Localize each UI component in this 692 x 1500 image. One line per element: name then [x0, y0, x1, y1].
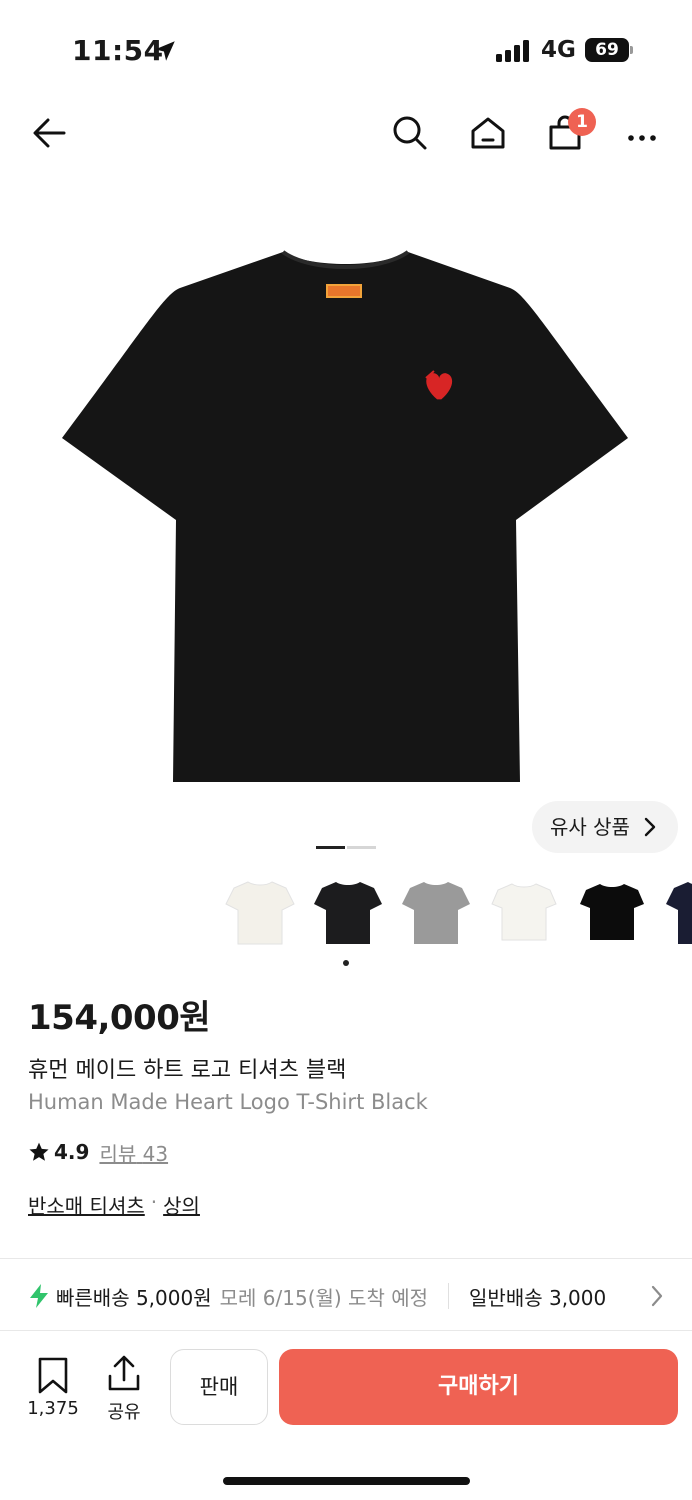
more-button[interactable]	[617, 108, 667, 158]
home-indicator	[223, 1477, 470, 1485]
bookmark-count: 1,375	[27, 1398, 79, 1419]
more-dots-icon	[628, 135, 656, 141]
review-label: 리뷰	[99, 1141, 137, 1166]
shipping-separator	[448, 1283, 450, 1309]
network-type: 4G	[541, 37, 576, 63]
product-name-korean: 휴먼 메이드 하트 로고 티셔츠 블랙	[28, 1058, 347, 1083]
image-pager-active	[316, 846, 345, 849]
location-arrow-icon	[155, 41, 175, 61]
thumbnail-item[interactable]	[484, 870, 564, 950]
fast-shipping-label: 빠른배송 5,000원	[56, 1285, 212, 1310]
cell-signal-icon	[496, 40, 529, 62]
home-icon	[471, 117, 505, 149]
tshirt-image	[62, 250, 628, 782]
share-label: 공유	[107, 1402, 141, 1423]
image-pager-inactive	[347, 846, 376, 849]
tshirt-thumb-icon	[491, 883, 557, 941]
tshirt-thumb-icon	[666, 882, 692, 944]
normal-shipping-label: 일반배송 3,000	[469, 1285, 607, 1310]
cart-count-badge: 1	[568, 108, 596, 136]
category-link-top[interactable]: 상의	[163, 1190, 200, 1219]
bookmark-icon	[38, 1357, 68, 1394]
home-button[interactable]	[463, 108, 513, 158]
fast-shipping-eta: 모레 6/15(월) 도착 예정	[219, 1285, 429, 1310]
review-count: 43	[142, 1141, 169, 1166]
thumbnail-item[interactable]	[660, 870, 692, 950]
category-breadcrumb: 반소매 티셔츠 · 상의	[28, 1190, 200, 1219]
product-rating: 4.9 리뷰 43	[28, 1138, 168, 1166]
divider	[0, 1330, 692, 1331]
status-time: 11:54	[72, 34, 164, 67]
search-button[interactable]	[385, 108, 435, 158]
buy-button[interactable]: 구매하기	[279, 1349, 678, 1425]
tshirt-thumb-icon	[580, 884, 644, 940]
status-bar: 11:54 4G 69	[0, 0, 692, 100]
similar-products-button[interactable]: 유사 상품	[532, 801, 678, 853]
back-button[interactable]	[24, 108, 74, 158]
sell-button[interactable]: 판매	[170, 1349, 268, 1425]
rating-score: 4.9	[54, 1140, 90, 1164]
tshirt-thumb-icon	[402, 882, 470, 944]
review-link[interactable]: 리뷰 43	[99, 1138, 168, 1167]
product-image[interactable]	[0, 190, 692, 830]
share-button[interactable]: 공유	[98, 1354, 150, 1424]
chevron-right-icon	[644, 801, 656, 872]
thumbnail-item[interactable]	[220, 870, 300, 950]
chevron-right-icon[interactable]	[650, 1284, 664, 1308]
thumbnail-item[interactable]	[396, 870, 476, 950]
category-separator: ·	[150, 1190, 158, 1214]
category-link-short-sleeve[interactable]: 반소매 티셔츠	[28, 1190, 145, 1219]
arrow-left-icon	[33, 118, 66, 148]
share-icon	[108, 1355, 140, 1391]
divider	[0, 1258, 692, 1259]
product-name-english: Human Made Heart Logo T-Shirt Black	[28, 1090, 428, 1114]
product-price: 154,000원	[28, 998, 211, 1038]
color-thumbnails	[220, 870, 692, 950]
thumbnail-item[interactable]	[572, 870, 652, 950]
thumbnail-indicator-dot	[343, 960, 349, 966]
search-icon	[393, 116, 427, 150]
lightning-icon	[30, 1284, 48, 1308]
star-icon	[29, 1142, 49, 1161]
similar-products-label: 유사 상품	[550, 815, 630, 839]
bookmark-button[interactable]: 1,375	[22, 1354, 84, 1424]
thumbnail-item[interactable]	[308, 870, 388, 950]
battery-level: 69	[585, 38, 629, 62]
tshirt-thumb-icon	[225, 881, 295, 945]
tshirt-thumb-icon	[314, 882, 382, 944]
shipping-options[interactable]: 빠른배송 5,000원 모레 6/15(월) 도착 예정 일반배송 3,000	[28, 1278, 692, 1314]
battery-icon: 69	[585, 38, 633, 62]
